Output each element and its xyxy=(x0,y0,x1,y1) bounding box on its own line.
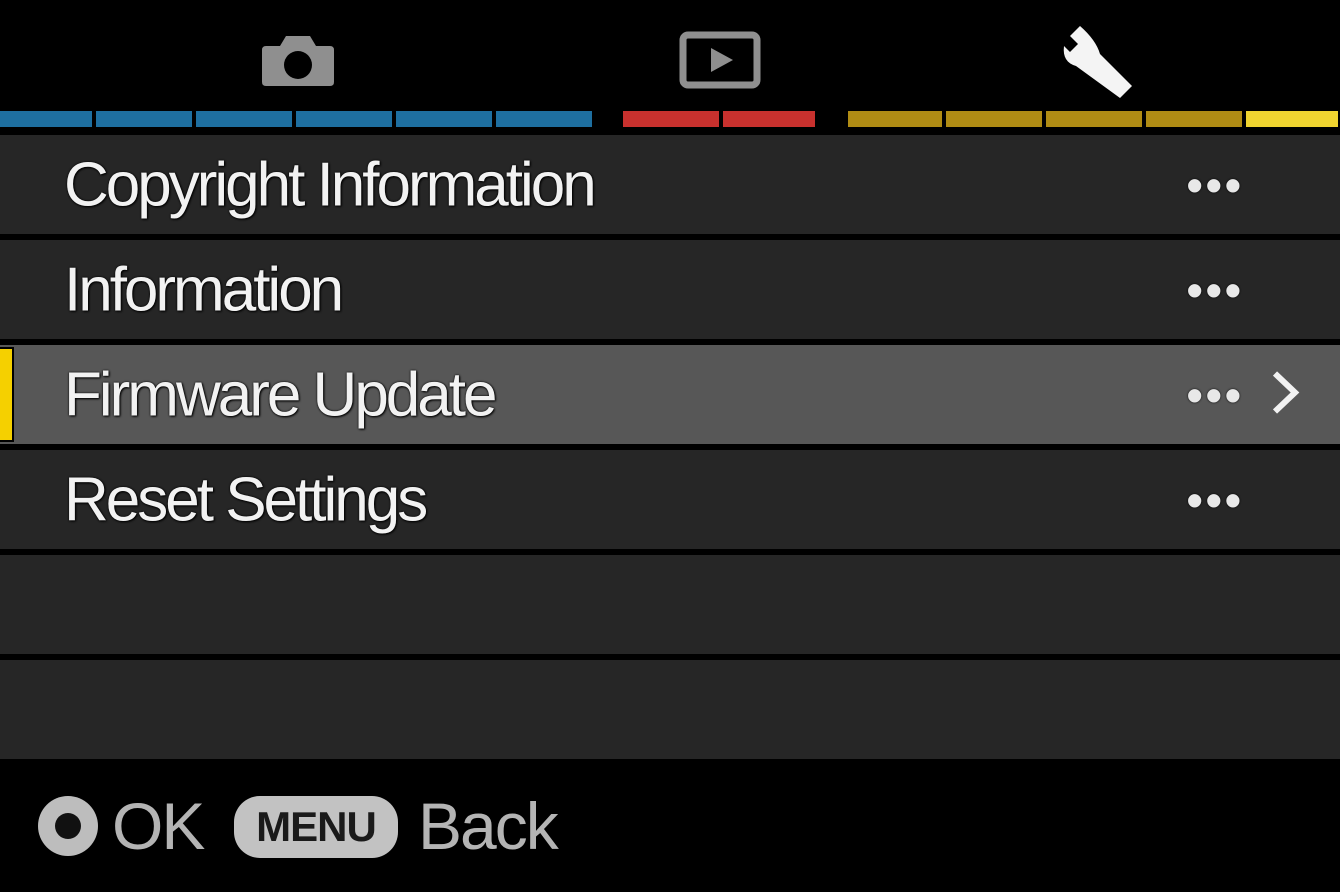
back-label: Back xyxy=(418,789,559,863)
tab-segment xyxy=(96,111,192,127)
tab-strip-setup xyxy=(848,111,1338,127)
tab-segment xyxy=(496,111,592,127)
tab-segment-active xyxy=(1246,111,1338,127)
menu-item-value: ••• xyxy=(1186,368,1244,421)
chevron-right-icon xyxy=(1270,369,1300,420)
tab-segment xyxy=(0,111,92,127)
menu-item-copyright-information[interactable]: Copyright Information ••• xyxy=(0,135,1340,234)
menu-item-firmware-update[interactable]: Firmware Update ••• xyxy=(0,345,1340,444)
camera-menu-screen: Copyright Information ••• Information ••… xyxy=(0,0,1340,892)
tab-segment xyxy=(848,111,942,127)
menu-list: Copyright Information ••• Information ••… xyxy=(0,135,1340,765)
tab-segment xyxy=(396,111,492,127)
tab-segment xyxy=(623,111,719,127)
wrench-icon xyxy=(1063,26,1132,98)
menu-item-value: ••• xyxy=(1186,158,1244,211)
menu-item-value: ••• xyxy=(1186,263,1244,316)
tab-strip-playback xyxy=(623,111,815,127)
menu-key-icon: MENU xyxy=(234,796,398,858)
menu-item-label: Information xyxy=(64,255,344,324)
playback-icon xyxy=(679,31,761,89)
menu-item-empty xyxy=(0,660,1340,759)
tab-segment xyxy=(723,111,815,127)
selection-marker xyxy=(0,347,14,442)
tab-strip-shooting xyxy=(0,111,592,127)
tab-segment xyxy=(196,111,292,127)
tab-playback[interactable] xyxy=(670,20,770,100)
tab-segment xyxy=(296,111,392,127)
ok-button-icon xyxy=(38,796,98,856)
tab-bar xyxy=(0,0,1340,135)
menu-item-label: Firmware Update xyxy=(64,360,497,429)
menu-item-value: ••• xyxy=(1186,473,1244,526)
tab-segment xyxy=(1046,111,1142,127)
tab-shooting[interactable] xyxy=(248,20,348,100)
menu-item-information[interactable]: Information ••• xyxy=(0,240,1340,339)
menu-key-label: MENU xyxy=(256,803,377,850)
tab-segment xyxy=(946,111,1042,127)
tab-setup[interactable] xyxy=(1048,20,1148,100)
menu-item-reset-settings[interactable]: Reset Settings ••• xyxy=(0,450,1340,549)
menu-item-label: Reset Settings xyxy=(64,465,428,534)
menu-item-empty xyxy=(0,555,1340,654)
menu-item-label: Copyright Information xyxy=(64,150,597,219)
tab-segment xyxy=(1146,111,1242,127)
ok-label: OK xyxy=(112,789,205,863)
camera-icon xyxy=(262,36,334,86)
